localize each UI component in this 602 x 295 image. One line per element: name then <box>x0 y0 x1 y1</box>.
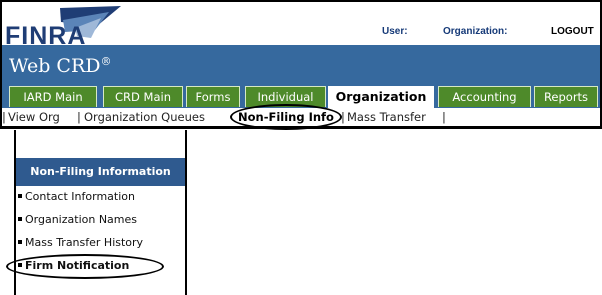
tab-accounting[interactable]: Accounting <box>438 86 531 107</box>
sidebar-item-label: Organization Names <box>25 213 138 226</box>
app-title-text: Web CRD <box>9 55 101 77</box>
highlight-ellipse-firm-notification <box>6 254 164 279</box>
subnav-mass-transfer[interactable]: Mass Transfer <box>347 108 426 126</box>
logout-link[interactable]: LOGOUT <box>551 26 594 37</box>
subnav-view-org[interactable]: View Org <box>8 108 60 126</box>
finra-logo: FINRA <box>5 4 125 49</box>
bullet-icon <box>18 217 22 221</box>
tab-crd-main[interactable]: CRD Main <box>103 86 183 107</box>
tab-iard-main[interactable]: IARD Main <box>9 86 97 107</box>
app-banner: Web CRD® <box>2 45 600 81</box>
subnav-separator: | <box>2 110 6 124</box>
sidebar-header: Non-Filing Information <box>16 158 185 186</box>
tab-forms[interactable]: Forms <box>186 86 240 107</box>
bullet-icon <box>18 194 22 198</box>
app-title: Web CRD® <box>9 51 112 77</box>
sidebar-border-right <box>185 130 187 295</box>
highlight-ellipse-non-filing-info <box>230 104 342 130</box>
sidebar-item-contact-information[interactable]: Contact Information <box>18 190 135 203</box>
page-frame-top <box>0 0 602 2</box>
subnav-separator: | <box>442 110 446 124</box>
sidebar-item-label: Contact Information <box>25 190 135 203</box>
bullet-icon <box>18 240 22 244</box>
sidebar-item-mass-transfer-history[interactable]: Mass Transfer History <box>18 236 143 249</box>
user-label: User: <box>382 26 408 37</box>
tab-reports[interactable]: Reports <box>534 86 598 107</box>
subnav-organization-queues[interactable]: Organization Queues <box>84 108 205 126</box>
sidebar-item-label: Mass Transfer History <box>25 236 144 249</box>
organization-label: Organization: <box>443 26 508 37</box>
subnav-separator: | <box>77 110 81 124</box>
registered-mark: ® <box>100 55 112 68</box>
tab-organization[interactable]: Organization <box>328 86 434 109</box>
sidebar-item-organization-names[interactable]: Organization Names <box>18 213 137 226</box>
